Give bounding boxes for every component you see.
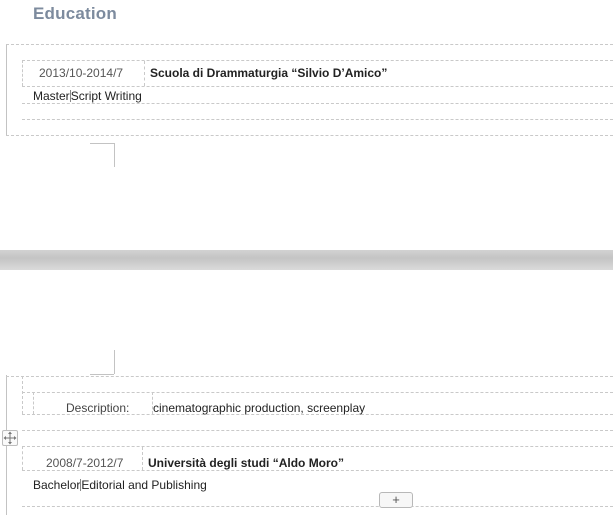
table-gridline — [22, 446, 613, 447]
education-degree-label-1: Master — [33, 89, 70, 103]
table-gridline — [22, 446, 23, 470]
table-gridline — [22, 376, 23, 414]
table-gridline — [22, 60, 23, 86]
document-page-2: Description: cinematographic production,… — [0, 270, 613, 515]
education-school-2: Università degli studi “Aldo Moro” — [148, 456, 345, 470]
margin-corner-mark — [114, 143, 115, 167]
education-degree-label-2: Bachelor — [33, 478, 81, 492]
table-gridline — [22, 392, 613, 393]
margin-corner-mark — [114, 350, 115, 374]
margin-corner-mark — [90, 143, 114, 144]
table-gridline — [22, 60, 613, 61]
move-arrows-icon[interactable] — [2, 430, 18, 446]
add-row-button[interactable]: + — [379, 492, 413, 508]
table-gridline — [144, 61, 145, 86]
table-gridline — [22, 506, 613, 507]
education-degree-1: MasterScript Writing — [33, 89, 142, 103]
education-school-1: Scuola di Drammaturgia “Silvio D’Amico” — [150, 66, 388, 80]
table-gridline — [22, 430, 613, 431]
move-arrows-icon-graphic — [3, 431, 17, 445]
table-gridline — [22, 103, 613, 104]
table-gridline — [22, 119, 613, 120]
education-date-2: 2008/7-2012/7 — [46, 456, 124, 470]
margin-corner-mark — [90, 374, 114, 375]
document-page-1: Education 2013/10-2014/7 Scuola di Dramm… — [0, 0, 613, 250]
page-break-gap — [0, 250, 613, 270]
section-title-education: Education — [33, 4, 117, 23]
table-gridline — [22, 86, 613, 87]
table-gridline — [142, 447, 143, 470]
table-gridline — [33, 392, 34, 414]
table-gridline — [6, 135, 613, 136]
description-label: Description: — [66, 401, 130, 415]
description-value: cinematographic production, screenplay — [153, 401, 366, 415]
education-degree-2: BachelorEditorial and Publishing — [33, 478, 207, 492]
education-date-1: 2013/10-2014/7 — [39, 66, 124, 80]
education-major-1: Script Writing — [70, 89, 142, 103]
education-major-2: Editorial and Publishing — [81, 478, 207, 492]
table-left-border — [6, 44, 7, 135]
table-gridline — [6, 376, 613, 377]
table-gridline — [22, 470, 613, 471]
table-gridline — [6, 44, 613, 45]
